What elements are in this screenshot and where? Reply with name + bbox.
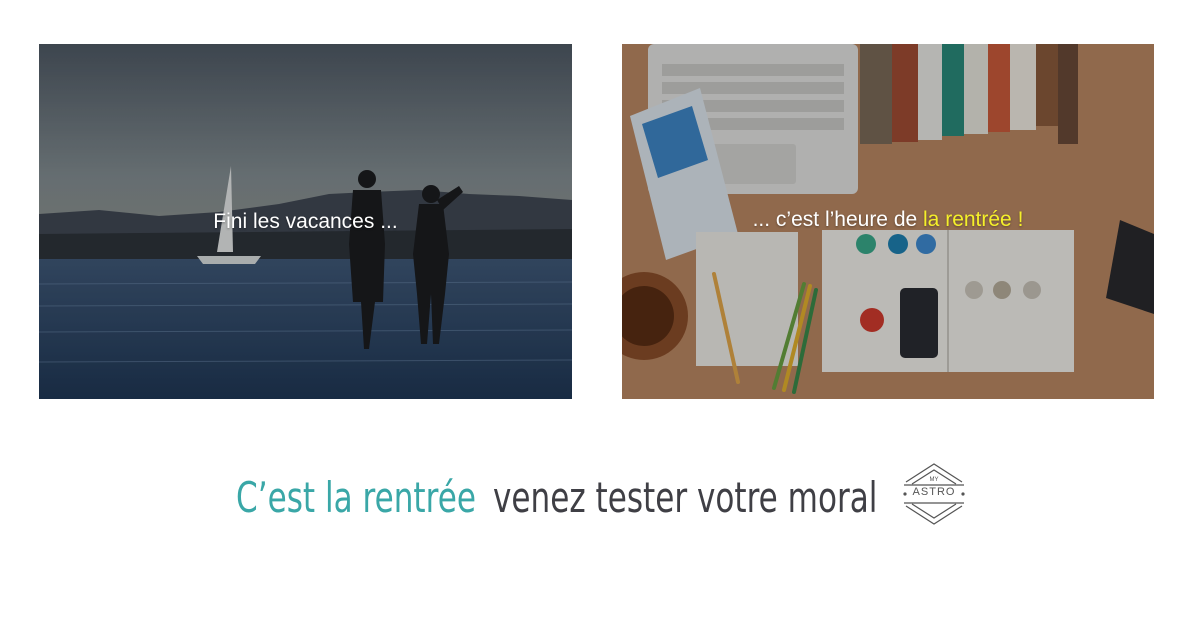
back-to-school-caption: ... c’est l’heure de la rentrée ! xyxy=(622,208,1154,232)
slogan-call-to-action: venez tester votre moral xyxy=(493,473,878,522)
slogan-highlight: C’est la rentrée xyxy=(236,473,476,522)
caption-prefix: ... c’est l’heure de xyxy=(752,208,924,231)
slogan: C’est la rentrée venez tester votre mora… xyxy=(0,470,1200,530)
logo-my-text: MY xyxy=(929,477,939,483)
back-to-school-photo: ... c’est l’heure de la rentrée ! xyxy=(622,44,1154,399)
vacation-caption: Fini les vacances ... xyxy=(213,210,398,233)
myastro-logo[interactable]: MY ASTRO xyxy=(902,462,966,526)
logo-name: ASTRO xyxy=(912,486,956,498)
vacation-photo: Fini les vacances ... xyxy=(39,44,572,399)
caption-highlight: la rentrée ! xyxy=(923,208,1024,231)
